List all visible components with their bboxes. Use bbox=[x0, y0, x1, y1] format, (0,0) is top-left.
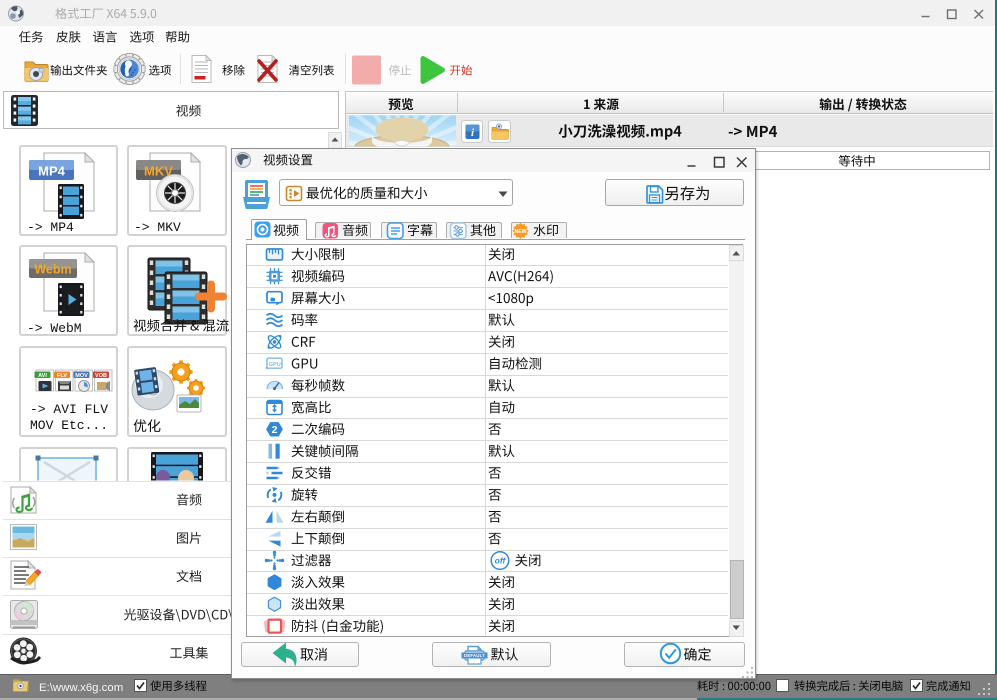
svg-text:2: 2 bbox=[272, 424, 278, 436]
svg-text:NEW: NEW bbox=[514, 229, 526, 235]
svg-text:DEFAULT: DEFAULT bbox=[464, 653, 485, 658]
svg-text:GPU: GPU bbox=[269, 362, 281, 368]
svg-text:off: off bbox=[495, 556, 507, 566]
